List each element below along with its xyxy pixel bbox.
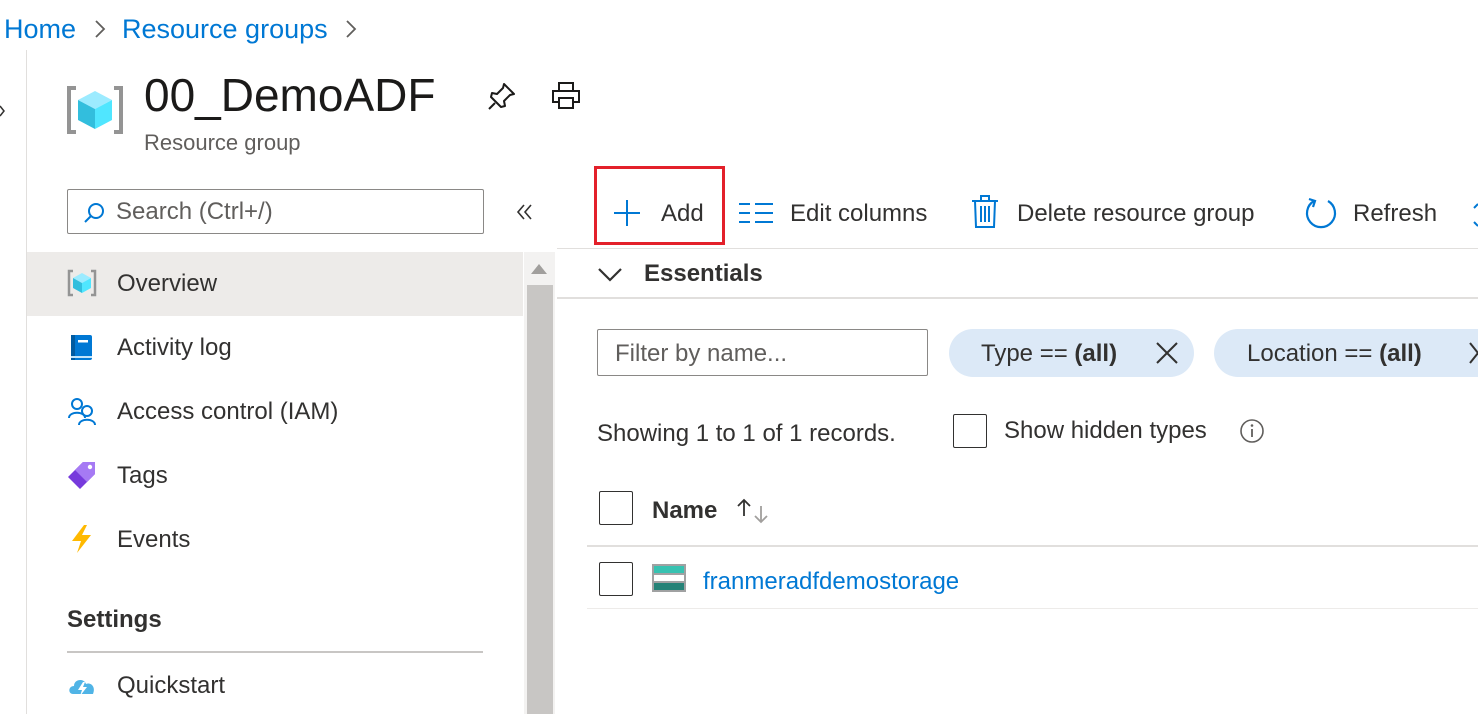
location-filter-value: (all) bbox=[1379, 340, 1422, 367]
lightning-icon bbox=[72, 525, 91, 553]
location-filter-pill[interactable]: Location == (all) bbox=[1214, 329, 1478, 377]
resource-group-icon bbox=[67, 269, 97, 297]
table-row: franmeradfdemostorage bbox=[587, 547, 1478, 608]
sidebar-item-access-control[interactable]: Access control (IAM) bbox=[27, 380, 523, 444]
chevron-right-icon bbox=[95, 20, 106, 38]
more-toolbar-icon[interactable] bbox=[1468, 202, 1478, 228]
column-header-name[interactable]: Name bbox=[652, 496, 717, 526]
edit-columns-label: Edit columns bbox=[790, 200, 928, 227]
collapse-sidebar-icon[interactable] bbox=[510, 197, 540, 227]
location-filter-key: Location == bbox=[1247, 340, 1373, 367]
essentials-toggle[interactable]: Essentials bbox=[644, 259, 763, 289]
show-hidden-types-checkbox[interactable] bbox=[953, 414, 987, 448]
filter-by-name-input[interactable]: Filter by name... bbox=[597, 329, 928, 376]
close-icon[interactable] bbox=[1155, 341, 1179, 365]
sidebar-item-label: Tags bbox=[117, 462, 168, 489]
chevron-right-icon bbox=[346, 20, 357, 38]
location-filter-text: Location == (all) bbox=[1247, 339, 1422, 369]
chevron-down-icon[interactable] bbox=[597, 264, 623, 286]
sidebar-item-label: Events bbox=[117, 526, 191, 553]
activity-log-icon bbox=[71, 335, 92, 360]
show-hidden-types-label[interactable]: Show hidden types bbox=[1004, 416, 1207, 446]
storage-account-icon bbox=[652, 564, 686, 592]
iam-icon bbox=[68, 398, 96, 426]
edit-columns-icon bbox=[739, 203, 773, 223]
sidebar-item-label: Quickstart bbox=[117, 672, 226, 699]
breadcrumb-resource-groups[interactable]: Resource groups bbox=[122, 12, 328, 46]
type-filter-pill[interactable]: Type == (all) bbox=[949, 329, 1194, 377]
scroll-up-arrow-icon[interactable] bbox=[529, 262, 549, 276]
tag-icon bbox=[68, 462, 95, 489]
pin-icon[interactable] bbox=[486, 80, 518, 112]
sort-icon[interactable] bbox=[734, 496, 770, 526]
cloud-quickstart-icon bbox=[69, 680, 94, 696]
refresh-button[interactable]: Refresh bbox=[1304, 188, 1444, 238]
divider bbox=[557, 297, 1478, 299]
sidebar-item-label: Overview bbox=[117, 270, 218, 297]
resource-group-icon bbox=[67, 86, 123, 134]
sidebar-item-activity-log[interactable]: Activity log bbox=[27, 316, 523, 380]
breadcrumb-home[interactable]: Home bbox=[4, 12, 76, 46]
trash-icon bbox=[972, 195, 998, 228]
sidebar-section-settings: Settings bbox=[67, 606, 162, 633]
records-summary: Showing 1 to 1 of 1 records. bbox=[597, 420, 896, 447]
sidebar-item-tags[interactable]: Tags bbox=[27, 444, 523, 508]
page-subtitle: Resource group bbox=[144, 130, 301, 155]
select-all-checkbox[interactable] bbox=[599, 491, 633, 525]
sidebar-item-events[interactable]: Events bbox=[27, 508, 523, 572]
close-icon[interactable] bbox=[1468, 341, 1478, 365]
type-filter-value: (all) bbox=[1074, 340, 1118, 367]
chevron-right-icon[interactable] bbox=[0, 104, 6, 118]
search-icon bbox=[84, 203, 104, 223]
sidebar-item-label: Activity log bbox=[117, 334, 232, 361]
sidebar-item-quickstart[interactable]: Quickstart bbox=[27, 654, 523, 718]
page-title: 00_DemoADF bbox=[144, 69, 436, 121]
divider bbox=[557, 248, 1478, 249]
search-placeholder: Search (Ctrl+/) bbox=[116, 198, 273, 225]
refresh-icon bbox=[1305, 197, 1337, 229]
edit-columns-button[interactable]: Edit columns bbox=[738, 188, 943, 238]
print-icon[interactable] bbox=[550, 80, 582, 112]
filter-placeholder: Filter by name... bbox=[615, 340, 788, 367]
delete-resource-group-button[interactable]: Delete resource group bbox=[970, 188, 1280, 238]
info-icon[interactable] bbox=[1239, 418, 1265, 444]
sidebar-scrollbar-thumb[interactable] bbox=[527, 285, 553, 714]
add-button-highlight bbox=[594, 166, 725, 245]
type-filter-key: Type == bbox=[981, 340, 1068, 367]
sidebar-item-overview[interactable]: Overview bbox=[27, 252, 523, 316]
row-checkbox[interactable] bbox=[599, 562, 633, 596]
refresh-label: Refresh bbox=[1353, 200, 1438, 227]
divider bbox=[587, 608, 1478, 609]
delete-resource-group-label: Delete resource group bbox=[1017, 200, 1255, 227]
resource-link[interactable]: franmeradfdemostorage bbox=[703, 567, 959, 597]
sidebar-item-label: Access control (IAM) bbox=[117, 398, 339, 425]
sidebar-search-input[interactable]: Search (Ctrl+/) bbox=[67, 189, 484, 234]
type-filter-text: Type == (all) bbox=[981, 339, 1117, 369]
divider bbox=[67, 651, 483, 653]
